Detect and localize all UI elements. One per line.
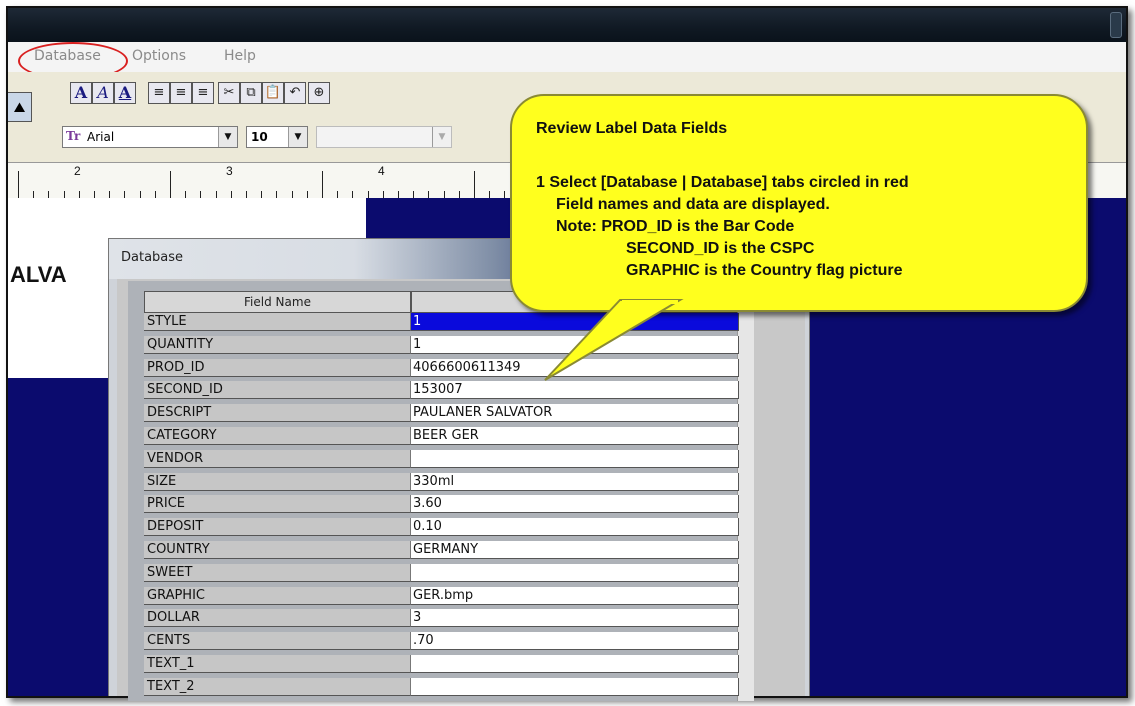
field-name-header[interactable]: Field Name <box>144 291 411 313</box>
truetype-icon: Tr <box>66 129 81 143</box>
chevron-down-icon[interactable]: ▼ <box>218 127 237 147</box>
field-name-cell: GRAPHIC <box>144 586 411 605</box>
font-name-select[interactable]: Tr Arial ▼ <box>62 126 238 148</box>
field-value-cell[interactable]: 4066600611349 <box>411 358 739 377</box>
field-name-cell: TEXT_1 <box>144 655 411 673</box>
chevron-down-icon: ▼ <box>432 127 451 147</box>
title-bar <box>8 8 1126 42</box>
field-value-cell[interactable]: 3.60 <box>411 495 739 514</box>
image-icon[interactable]: ⛰ <box>8 92 32 122</box>
field-value-cell[interactable]: BEER GER <box>411 427 739 445</box>
field-name-cell: COUNTRY <box>144 541 411 559</box>
field-name-cell: CATEGORY <box>144 427 411 445</box>
field-grid: Field Name STYLE 1 QUANTITY 1 PROD_ID 4066600… <box>128 281 754 701</box>
table-row[interactable]: SIZE 330ml <box>144 472 739 491</box>
callout-bubble: Review Label Data Fields 1 Select [Datab… <box>510 94 1088 312</box>
underline-button[interactable]: A <box>114 82 136 104</box>
ruler-tick <box>18 171 19 199</box>
ruler-label: 3 <box>226 164 233 178</box>
chevron-down-icon[interactable]: ▼ <box>288 127 307 147</box>
field-value-cell[interactable]: 0.10 <box>411 518 739 537</box>
field-value-cell[interactable] <box>411 563 739 582</box>
table-row[interactable]: DOLLAR 3 <box>144 609 739 628</box>
copy-icon[interactable]: ⧉ <box>240 82 262 104</box>
field-name-cell: VENDOR <box>144 449 411 468</box>
field-name-cell: TEXT_2 <box>144 677 411 696</box>
align-center-icon[interactable]: ≡ <box>170 82 192 104</box>
vertical-scrollbar[interactable] <box>737 291 754 701</box>
table-row[interactable]: SWEET <box>144 563 739 582</box>
callout-line: 1 Select [Database | Database] tabs circ… <box>536 174 909 191</box>
dialog-title: Database <box>121 250 184 265</box>
ruler-tick <box>474 171 475 199</box>
table-row[interactable]: TEXT_1 <box>144 655 739 673</box>
callout-line: SECOND_ID is the CSPC <box>626 240 815 257</box>
callout-line: Note: PROD_ID is the Bar Code <box>556 218 795 235</box>
field-name-cell: STYLE <box>144 313 411 331</box>
font-size-value: 10 <box>251 130 268 144</box>
zoom-icon[interactable]: ⊕ <box>308 82 330 104</box>
table-row[interactable]: GRAPHIC GER.bmp <box>144 586 739 605</box>
field-value-cell[interactable]: 3 <box>411 609 739 628</box>
field-value-cell[interactable] <box>411 655 739 673</box>
ruler-tick <box>322 171 323 199</box>
field-value-cell[interactable]: 153007 <box>411 381 739 400</box>
field-name-cell: DEPOSIT <box>144 518 411 537</box>
field-value-cell[interactable]: .70 <box>411 632 739 651</box>
undo-icon[interactable]: ↶ <box>284 82 306 104</box>
window-control-button[interactable] <box>1110 12 1122 38</box>
bold-button[interactable]: A <box>70 82 92 104</box>
callout-line: Field names and data are displayed. <box>556 196 830 213</box>
field-value-cell[interactable]: 1 <box>411 335 739 354</box>
table-row[interactable]: COUNTRY GERMANY <box>144 541 739 559</box>
font-size-select[interactable]: 10 ▼ <box>246 126 308 148</box>
table-row[interactable]: CATEGORY BEER GER <box>144 427 739 445</box>
table-row[interactable]: DEPOSIT 0.10 <box>144 518 739 537</box>
ruler-tick <box>170 171 171 199</box>
paste-icon[interactable]: 📋 <box>262 82 284 104</box>
field-value-cell[interactable] <box>411 677 739 696</box>
label-text-fragment: ALVA <box>10 262 67 287</box>
field-name-cell: SWEET <box>144 563 411 582</box>
ruler-label: 2 <box>74 164 81 178</box>
field-value-cell[interactable]: 330ml <box>411 472 739 491</box>
field-value-cell[interactable]: GERMANY <box>411 541 739 559</box>
table-row[interactable]: CENTS .70 <box>144 632 739 651</box>
field-value-cell[interactable]: 1 <box>411 313 739 331</box>
ruler-label: 4 <box>378 164 385 178</box>
callout-title: Review Label Data Fields <box>536 120 728 137</box>
field-name-cell: DESCRIPT <box>144 404 411 423</box>
menu-options[interactable]: Options <box>132 48 186 64</box>
callout-line: GRAPHIC is the Country flag picture <box>626 262 903 279</box>
field-name-cell: PRICE <box>144 495 411 514</box>
table-row[interactable]: VENDOR <box>144 449 739 468</box>
field-name-cell: QUANTITY <box>144 335 411 354</box>
align-right-icon[interactable]: ≡ <box>192 82 214 104</box>
italic-button[interactable]: A <box>92 82 114 104</box>
align-left-icon[interactable]: ≡ <box>148 82 170 104</box>
table-row[interactable]: QUANTITY 1 <box>144 335 739 354</box>
table-row[interactable]: SECOND_ID 153007 <box>144 381 739 400</box>
field-value-cell[interactable]: GER.bmp <box>411 586 739 605</box>
table-row[interactable]: TEXT_2 <box>144 677 739 696</box>
table-row[interactable]: DESCRIPT PAULANER SALVATOR <box>144 404 739 423</box>
field-name-cell: SECOND_ID <box>144 381 411 400</box>
field-value-cell[interactable] <box>411 449 739 468</box>
field-name-cell: DOLLAR <box>144 609 411 628</box>
font-name-value: Arial <box>87 130 115 144</box>
cut-icon[interactable]: ✂ <box>218 82 240 104</box>
field-name-cell: PROD_ID <box>144 358 411 377</box>
table-row[interactable]: STYLE 1 <box>144 313 739 331</box>
menu-help[interactable]: Help <box>224 48 256 64</box>
table-row[interactable]: PROD_ID 4066600611349 <box>144 358 739 377</box>
field-name-cell: CENTS <box>144 632 411 651</box>
table-row[interactable]: PRICE 3.60 <box>144 495 739 514</box>
style-select: ▼ <box>316 126 452 148</box>
field-value-cell[interactable]: PAULANER SALVATOR <box>411 404 739 423</box>
field-name-cell: SIZE <box>144 472 411 491</box>
menu-bar: Database Options Help <box>8 42 1126 73</box>
